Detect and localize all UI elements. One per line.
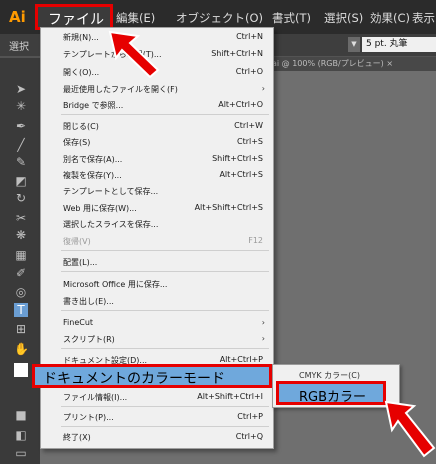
menu-item-bridge-shortcut: Alt+Ctrl+O	[218, 100, 263, 109]
menu-item-file-info[interactable]: ファイル情報(I)...	[63, 392, 127, 403]
stroke-swatch-icon[interactable]: ■	[14, 408, 28, 422]
menu-item-new-from-template-shortcut: Shift+Ctrl+N	[211, 49, 263, 58]
fill-swatch-icon[interactable]	[14, 363, 28, 377]
menu-item-new-shortcut: Ctrl+N	[236, 32, 263, 41]
menu-item-save-office[interactable]: Microsoft Office 用に保存...	[63, 279, 167, 290]
annotation-arrow-icon	[384, 400, 436, 458]
illustrator-window: Ai ファイル 編集(E) オブジェクト(O) 書式(T) 選択(S) 効果(C…	[0, 0, 436, 464]
document-tab[interactable]: ai @ 100% (RGB/プレビュー) ×	[270, 57, 436, 71]
menu-select[interactable]: 選択(S)	[324, 10, 363, 26]
menu-item-open[interactable]: 開く(O)...	[63, 67, 99, 78]
type-tool-icon[interactable]: T	[14, 303, 28, 317]
menu-separator	[61, 271, 269, 272]
menu-item-revert-shortcut: F12	[248, 236, 263, 245]
pen-tool-icon[interactable]: ✒	[14, 119, 28, 133]
menu-view[interactable]: 表示(V)	[412, 10, 436, 26]
menu-item-save-as[interactable]: 別名で保存(A)...	[63, 154, 122, 165]
artboard-tool-icon[interactable]: ⊞	[14, 322, 28, 336]
chevron-down-icon[interactable]: ▼	[348, 37, 360, 52]
menu-item-save-as-shortcut: Shift+Ctrl+S	[212, 154, 263, 163]
tools-panel: ➤ ✳ ✒ ╱ ✎ ◩ ↻ ✂ ❋ ▦ ✐ ◎ T ⊞ ✋ ■ ◧ ▭	[0, 58, 40, 464]
menu-edit[interactable]: 編集(E)	[116, 10, 155, 26]
menu-item-new[interactable]: 新規(N)...	[63, 32, 99, 43]
menu-item-close-shortcut: Ctrl+W	[234, 121, 263, 130]
menu-item-document-color-mode[interactable]: ドキュメントのカラーモード	[32, 364, 272, 388]
menu-item-save-for-web[interactable]: Web 用に保存(W)...	[63, 203, 137, 214]
selection-tool-icon[interactable]: ➤	[14, 82, 28, 96]
menu-item-document-setup-shortcut: Alt+Ctrl+P	[219, 355, 263, 364]
menu-item-document-color-mode-label: ドキュメントのカラーモード	[43, 371, 225, 387]
pencil-tool-icon[interactable]: ✎	[14, 155, 28, 169]
warp-tool-icon[interactable]: ❋	[14, 228, 28, 242]
menu-separator	[61, 250, 269, 251]
stroke-select[interactable]: 5 pt. 丸筆	[362, 37, 436, 52]
menu-separator	[61, 310, 269, 311]
menu-item-bridge[interactable]: Bridge で参照...	[63, 100, 123, 111]
annotation-arrow-icon	[108, 30, 160, 78]
line-tool-icon[interactable]: ╱	[14, 138, 28, 152]
document-tab-title: ai @ 100% (RGB/プレビュー) ×	[272, 59, 394, 68]
hand-tool-icon[interactable]: ✋	[14, 342, 29, 356]
menu-item-scripts[interactable]: スクリプト(R)	[63, 334, 115, 345]
menu-file-label: ファイル	[48, 12, 104, 28]
app-logo: Ai	[9, 8, 26, 26]
screen-mode-icon[interactable]: ▭	[14, 446, 28, 460]
menu-item-save-slices[interactable]: 選択したスライスを保存...	[63, 219, 158, 230]
menu-item-print-shortcut: Ctrl+P	[237, 412, 263, 421]
menu-item-print[interactable]: プリント(P)...	[63, 412, 114, 423]
menu-item-export[interactable]: 書き出し(E)...	[63, 296, 114, 307]
menu-item-save[interactable]: 保存(S)	[63, 137, 90, 148]
submenu-item-rgb[interactable]: RGBカラー	[276, 381, 386, 405]
menu-separator	[61, 426, 269, 427]
menu-effect[interactable]: 効果(C)	[370, 10, 410, 26]
symbol-tool-icon[interactable]: ▦	[14, 248, 28, 262]
menu-item-finecut[interactable]: FineCut	[63, 318, 93, 327]
width-tool-icon[interactable]: ✂	[14, 211, 28, 225]
chevron-right-icon: ›	[261, 318, 265, 327]
stroke-value: 5 pt. 丸筆	[366, 39, 408, 49]
menu-item-close[interactable]: 閉じる(C)	[63, 121, 99, 132]
menu-item-quit[interactable]: 終了(X)	[63, 432, 91, 443]
menu-item-open-recent[interactable]: 最近使用したファイルを開く(F)	[63, 84, 178, 95]
menu-type[interactable]: 書式(T)	[272, 10, 311, 26]
menu-item-place[interactable]: 配置(L)...	[63, 257, 97, 268]
blend-tool-icon[interactable]: ◎	[14, 285, 28, 299]
menu-separator	[61, 348, 269, 349]
chevron-right-icon: ›	[261, 334, 265, 343]
menu-object[interactable]: オブジェクト(O)	[176, 10, 263, 26]
menu-item-save-copy-shortcut: Alt+Ctrl+S	[219, 170, 263, 179]
rotate-tool-icon[interactable]: ↻	[14, 191, 28, 205]
submenu-item-cmyk[interactable]: CMYK カラー(C)	[299, 370, 360, 381]
menu-separator	[61, 406, 269, 407]
menu-item-save-shortcut: Ctrl+S	[236, 137, 263, 146]
control-bar-label: 選択	[9, 42, 29, 53]
eraser-tool-icon[interactable]: ◩	[14, 174, 28, 188]
menu-item-open-shortcut: Ctrl+O	[235, 67, 263, 76]
eyedropper-icon[interactable]: ✐	[14, 266, 28, 280]
menu-item-revert: 復帰(V)	[63, 237, 91, 246]
magic-wand-icon[interactable]: ✳	[14, 99, 28, 113]
menu-item-file-info-shortcut: Alt+Shift+Ctrl+I	[197, 392, 263, 401]
menu-item-save-copy[interactable]: 複製を保存(Y)...	[63, 170, 122, 181]
menu-item-save-for-web-shortcut: Alt+Shift+Ctrl+S	[194, 203, 263, 212]
submenu-item-rgb-label: RGBカラー	[299, 390, 367, 405]
chevron-right-icon: ›	[261, 84, 265, 93]
menu-separator	[61, 114, 269, 115]
draw-mode-icon[interactable]: ◧	[14, 428, 28, 442]
menu-item-quit-shortcut: Ctrl+Q	[235, 432, 263, 441]
menu-item-save-template[interactable]: テンプレートとして保存...	[63, 186, 158, 197]
